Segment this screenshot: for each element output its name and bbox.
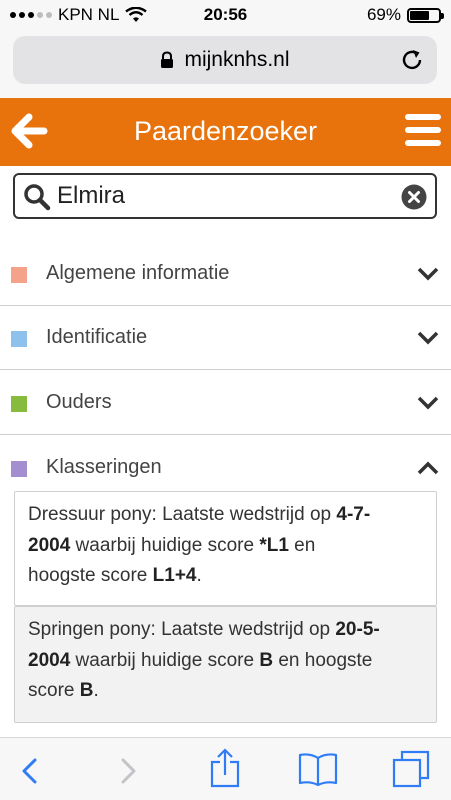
reload-icon[interactable] xyxy=(399,47,425,73)
klassering-springen-card: Springen pony: Laatste wedstrijd op 20-5… xyxy=(14,606,437,723)
address-display: mijnknhs.nl xyxy=(13,48,437,72)
search-input[interactable] xyxy=(57,181,387,211)
chevron-down-icon xyxy=(417,267,439,281)
status-bar: KPN NL 20:56 69% xyxy=(0,0,451,30)
section-ouders[interactable]: Ouders xyxy=(0,371,451,435)
address-bar[interactable]: mijnknhs.nl xyxy=(13,36,437,84)
chevron-down-icon xyxy=(417,396,439,410)
section-algemene-informatie[interactable]: Algemene informatie xyxy=(0,242,451,306)
battery-icon xyxy=(407,7,444,23)
section-color-square xyxy=(11,396,27,412)
hamburger-menu-icon[interactable] xyxy=(405,114,441,148)
browser-back-icon[interactable] xyxy=(20,757,40,785)
chevron-down-icon xyxy=(417,331,439,345)
chevron-up-icon xyxy=(417,461,439,475)
card-line: score B. xyxy=(28,680,99,701)
section-color-square xyxy=(11,331,27,347)
bookmarks-icon[interactable] xyxy=(298,752,338,786)
clear-search-icon[interactable] xyxy=(401,184,427,210)
card-line: Springen pony: Laatste wedstrijd op 20-5… xyxy=(28,619,380,640)
section-label: Klasseringen xyxy=(46,456,162,478)
url-text: mijnknhs.nl xyxy=(184,48,290,71)
section-identificatie[interactable]: Identificatie xyxy=(0,306,451,370)
section-label: Identificatie xyxy=(46,326,148,348)
card-line: hoogste score L1+4. xyxy=(28,565,202,586)
page-title: Paardenzoeker xyxy=(133,116,318,146)
browser-bottom-toolbar xyxy=(0,737,451,800)
section-color-square xyxy=(11,461,27,477)
card-line: 2004 waarbij huidige score *L1 en xyxy=(28,534,316,556)
app-header: Paardenzoeker xyxy=(0,98,451,166)
card-line: 2004 waarbij huidige score B en hoogste xyxy=(28,649,373,671)
section-color-square xyxy=(11,267,27,283)
browser-forward-icon[interactable] xyxy=(118,757,138,785)
card-line: Dressuur pony: Laatste wedstrijd op 4-7- xyxy=(28,504,371,525)
search-icon xyxy=(24,184,51,211)
section-label: Algemene informatie xyxy=(46,262,230,284)
search-box xyxy=(13,173,437,219)
browser-toolbar: mijnknhs.nl xyxy=(0,30,451,98)
share-icon[interactable] xyxy=(209,748,241,788)
klassering-dressuur-card: Dressuur pony: Laatste wedstrijd op 4-7-… xyxy=(14,491,437,606)
section-label: Ouders xyxy=(46,391,112,413)
battery-group: 69% xyxy=(366,5,444,25)
battery-percent: 69% xyxy=(366,5,401,24)
tabs-icon[interactable] xyxy=(392,750,430,788)
lock-icon xyxy=(161,51,174,68)
